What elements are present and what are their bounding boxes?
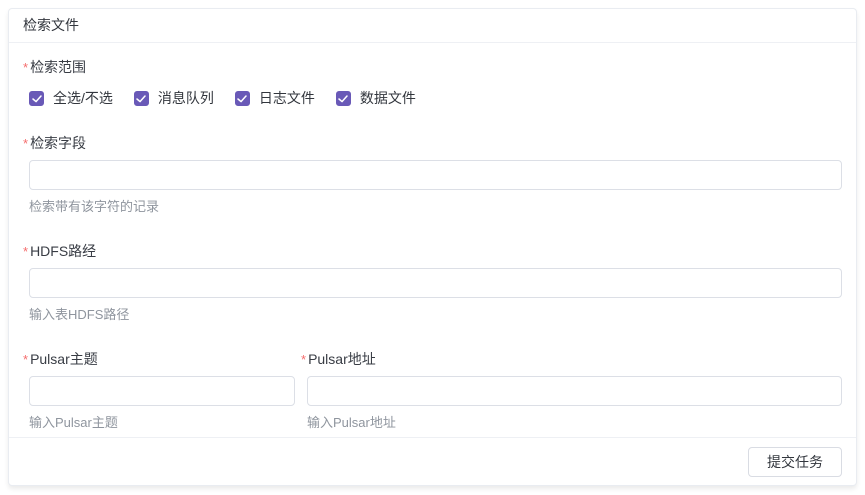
pulsar-topic-control: 输入Pulsar主题 [23, 376, 295, 431]
hdfs-path-label: * HDFS路经 [23, 243, 842, 260]
pulsar-address-label-text: Pulsar地址 [308, 351, 376, 368]
pulsar-topic-label-text: Pulsar主题 [30, 351, 98, 368]
card-title: 检索文件 [9, 9, 856, 43]
scope-label: * 检索范围 [23, 59, 842, 76]
checkbox-log-files[interactable]: 日志文件 [235, 90, 315, 107]
checkbox-data-files[interactable]: 数据文件 [336, 90, 416, 107]
check-icon [338, 95, 348, 103]
form-item-pulsar-topic: * Pulsar主题 输入Pulsar主题 [23, 351, 295, 431]
form-item-search-field: * 检索字段 检索带有该字符的记录 [23, 135, 842, 215]
search-field-input[interactable] [29, 160, 842, 190]
form-item-pulsar-address: * Pulsar地址 输入Pulsar地址 [301, 351, 842, 431]
submit-task-button[interactable]: 提交任务 [748, 447, 842, 477]
hdfs-path-input[interactable] [29, 268, 842, 298]
checkbox-checked-icon[interactable] [235, 91, 250, 106]
checkbox-label[interactable]: 日志文件 [259, 90, 315, 107]
search-field-label: * 检索字段 [23, 135, 842, 152]
card-footer: 提交任务 [9, 437, 856, 485]
checkbox-label[interactable]: 全选/不选 [53, 90, 113, 107]
required-mark: * [23, 135, 28, 152]
required-mark: * [301, 351, 306, 368]
search-files-card: 检索文件 * 检索范围 全选/不选 消息队列 日志文件 [8, 8, 857, 486]
required-mark: * [23, 243, 28, 260]
hdfs-path-label-text: HDFS路经 [30, 243, 96, 260]
checkbox-checked-icon[interactable] [29, 91, 44, 106]
search-field-hint: 检索带有该字符的记录 [29, 199, 842, 215]
checkbox-label[interactable]: 消息队列 [158, 90, 214, 107]
checkbox-select-all[interactable]: 全选/不选 [29, 90, 113, 107]
form-item-hdfs-path: * HDFS路经 输入表HDFS路径 [23, 243, 842, 323]
checkbox-message-queue[interactable]: 消息队列 [134, 90, 214, 107]
search-field-control: 检索带有该字符的记录 [23, 160, 842, 215]
form-body: * 检索范围 全选/不选 消息队列 日志文件 数据文件 [9, 43, 856, 437]
required-mark: * [23, 351, 28, 368]
checkbox-label[interactable]: 数据文件 [360, 90, 416, 107]
pulsar-topic-hint: 输入Pulsar主题 [29, 415, 295, 431]
checkbox-checked-icon[interactable] [134, 91, 149, 106]
pulsar-address-input[interactable] [307, 376, 842, 406]
form-item-scope: * 检索范围 全选/不选 消息队列 日志文件 数据文件 [23, 59, 842, 107]
pulsar-row: * Pulsar主题 输入Pulsar主题 * Pulsar地址 输入Pulsa… [23, 351, 842, 431]
search-field-label-text: 检索字段 [30, 135, 86, 152]
pulsar-address-hint: 输入Pulsar地址 [307, 415, 842, 431]
check-icon [32, 95, 42, 103]
hdfs-path-hint: 输入表HDFS路径 [29, 307, 842, 323]
pulsar-address-control: 输入Pulsar地址 [301, 376, 842, 431]
required-mark: * [23, 59, 28, 76]
pulsar-topic-label: * Pulsar主题 [23, 351, 295, 368]
scope-label-text: 检索范围 [30, 59, 86, 76]
check-icon [136, 95, 146, 103]
pulsar-topic-input[interactable] [29, 376, 295, 406]
pulsar-address-label: * Pulsar地址 [301, 351, 842, 368]
check-icon [237, 95, 247, 103]
scope-checkbox-group: 全选/不选 消息队列 日志文件 数据文件 [23, 90, 842, 107]
hdfs-path-control: 输入表HDFS路径 [23, 268, 842, 323]
checkbox-checked-icon[interactable] [336, 91, 351, 106]
